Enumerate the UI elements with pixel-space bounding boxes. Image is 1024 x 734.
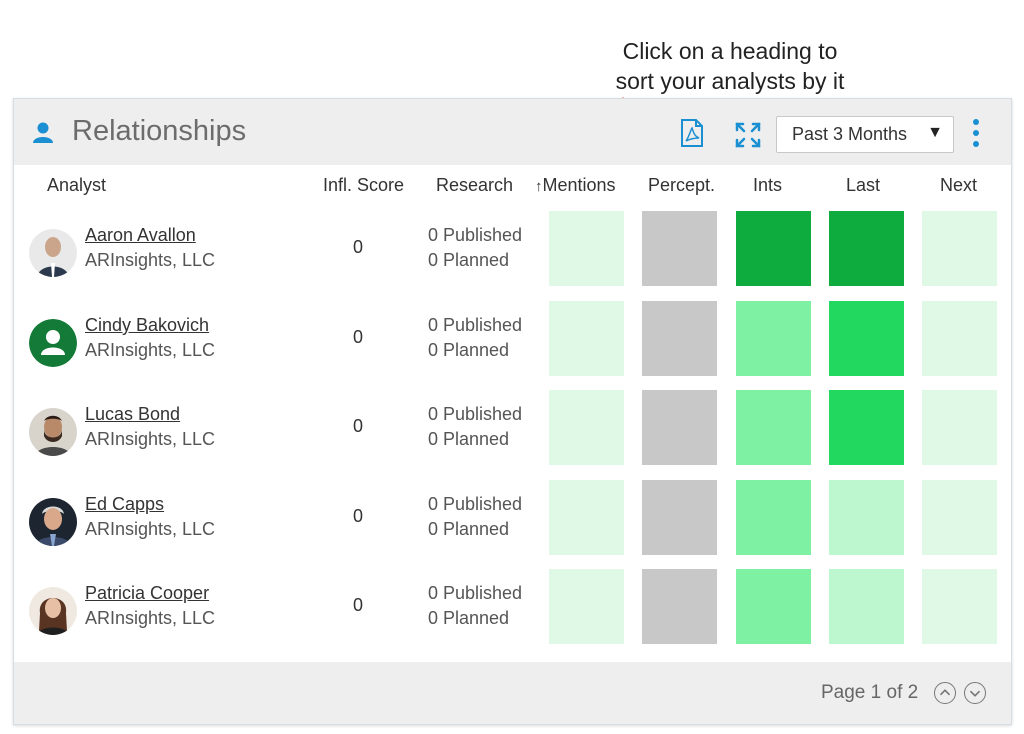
analyst-company: ARInsights, LLC xyxy=(85,429,216,449)
avatar-placeholder-icon xyxy=(29,319,77,367)
perception-cell[interactable] xyxy=(642,390,717,465)
last-interaction-cell[interactable] xyxy=(829,569,904,644)
avatar xyxy=(29,587,77,635)
callout-line-2: sort your analysts by it xyxy=(615,68,845,94)
mentions-cell[interactable] xyxy=(549,211,624,286)
person-icon xyxy=(33,122,53,143)
sort-callout: Click on a heading to sort your analysts… xyxy=(580,36,880,96)
column-header-mentions[interactable]: ↑Mentions xyxy=(535,175,616,196)
perception-cell[interactable] xyxy=(642,211,717,286)
research-published: 0 Published xyxy=(428,583,523,603)
chevron-up-circle-icon[interactable] xyxy=(934,682,956,704)
panel-footer: Page 1 of 2 xyxy=(14,662,1011,724)
table-row: Aaron Avallon ARInsights, LLC 0 0 Publis… xyxy=(14,209,1011,299)
mentions-cell[interactable] xyxy=(549,390,624,465)
column-header-analyst[interactable]: Analyst xyxy=(47,175,106,196)
avatar xyxy=(29,498,77,546)
analyst-name-link[interactable]: Cindy Bakovich xyxy=(85,315,209,336)
column-header-mentions-label: Mentions xyxy=(542,175,616,195)
interactions-cell[interactable] xyxy=(736,480,811,555)
kebab-menu-icon[interactable] xyxy=(970,119,982,149)
research-planned: 0 Planned xyxy=(428,429,510,449)
avatar xyxy=(29,229,77,277)
analyst-name-link[interactable]: Patricia Cooper xyxy=(85,583,209,604)
analyst-name-link[interactable]: Lucas Bond xyxy=(85,404,180,425)
interactions-cell[interactable] xyxy=(736,301,811,376)
infl-score-value: 0 xyxy=(353,416,364,436)
column-header-last[interactable]: Last xyxy=(846,175,880,196)
analyst-company: ARInsights, LLC xyxy=(85,250,216,270)
next-interaction-cell[interactable] xyxy=(922,390,997,465)
research-published: 0 Published xyxy=(428,494,523,514)
interactions-cell[interactable] xyxy=(736,211,811,286)
analyst-company: ARInsights, LLC xyxy=(85,608,216,628)
research-planned: 0 Planned xyxy=(428,250,510,270)
analyst-name-link[interactable]: Ed Capps xyxy=(85,494,164,515)
infl-score-value: 0 xyxy=(353,327,364,347)
research-published: 0 Published xyxy=(428,315,523,335)
analyst-company: ARInsights, LLC xyxy=(85,340,216,360)
mentions-cell[interactable] xyxy=(549,301,624,376)
last-interaction-cell[interactable] xyxy=(829,301,904,376)
infl-score-value: 0 xyxy=(353,237,364,257)
relationships-panel: Relationships Past 3 Months ▼ Analyst In… xyxy=(13,98,1012,725)
table-row: Ed Capps ARInsights, LLC 0 0 Published 0… xyxy=(14,478,1011,568)
chevron-down-circle-icon[interactable] xyxy=(964,682,986,704)
pdf-icon[interactable] xyxy=(680,119,704,147)
last-interaction-cell[interactable] xyxy=(829,480,904,555)
perception-cell[interactable] xyxy=(642,569,717,644)
research-planned: 0 Planned xyxy=(428,608,510,628)
research-published: 0 Published xyxy=(428,225,523,245)
expand-icon[interactable] xyxy=(734,121,762,149)
column-header-infl-score[interactable]: Infl. Score xyxy=(323,175,404,196)
panel-header: Relationships Past 3 Months ▼ xyxy=(14,99,1011,165)
column-header-ints[interactable]: Ints xyxy=(753,175,782,196)
next-interaction-cell[interactable] xyxy=(922,211,997,286)
next-interaction-cell[interactable] xyxy=(922,480,997,555)
next-interaction-cell[interactable] xyxy=(922,569,997,644)
infl-score-value: 0 xyxy=(353,506,364,526)
time-range-select[interactable]: Past 3 Months ▼ xyxy=(776,116,954,153)
column-header-research[interactable]: Research xyxy=(436,175,513,196)
research-planned: 0 Planned xyxy=(428,340,510,360)
last-interaction-cell[interactable] xyxy=(829,211,904,286)
avatar xyxy=(29,408,77,456)
pagination-label: Page 1 of 2 xyxy=(821,682,919,703)
time-range-value: Past 3 Months xyxy=(792,124,908,144)
research-published: 0 Published xyxy=(428,404,523,424)
analyst-name-link[interactable]: Aaron Avallon xyxy=(85,225,196,246)
interactions-cell[interactable] xyxy=(736,569,811,644)
perception-cell[interactable] xyxy=(642,480,717,555)
column-header-percept[interactable]: Percept. xyxy=(648,175,715,196)
column-header-next[interactable]: Next xyxy=(940,175,977,196)
next-interaction-cell[interactable] xyxy=(922,301,997,376)
table-row: Lucas Bond ARInsights, LLC 0 0 Published… xyxy=(14,388,1011,478)
table-row: Patricia Cooper ARInsights, LLC 0 0 Publ… xyxy=(14,567,1011,657)
callout-line-1: Click on a heading to xyxy=(622,38,838,64)
last-interaction-cell[interactable] xyxy=(829,390,904,465)
table-row: Cindy Bakovich ARInsights, LLC 0 0 Publi… xyxy=(14,299,1011,389)
infl-score-value: 0 xyxy=(353,595,364,615)
research-planned: 0 Planned xyxy=(428,519,510,539)
dropdown-caret-icon: ▼ xyxy=(927,124,943,141)
perception-cell[interactable] xyxy=(642,301,717,376)
panel-title: Relationships xyxy=(72,115,247,147)
mentions-cell[interactable] xyxy=(549,480,624,555)
mentions-cell[interactable] xyxy=(549,569,624,644)
analyst-company: ARInsights, LLC xyxy=(85,519,216,539)
sort-ascending-icon: ↑ xyxy=(535,178,543,195)
interactions-cell[interactable] xyxy=(736,390,811,465)
